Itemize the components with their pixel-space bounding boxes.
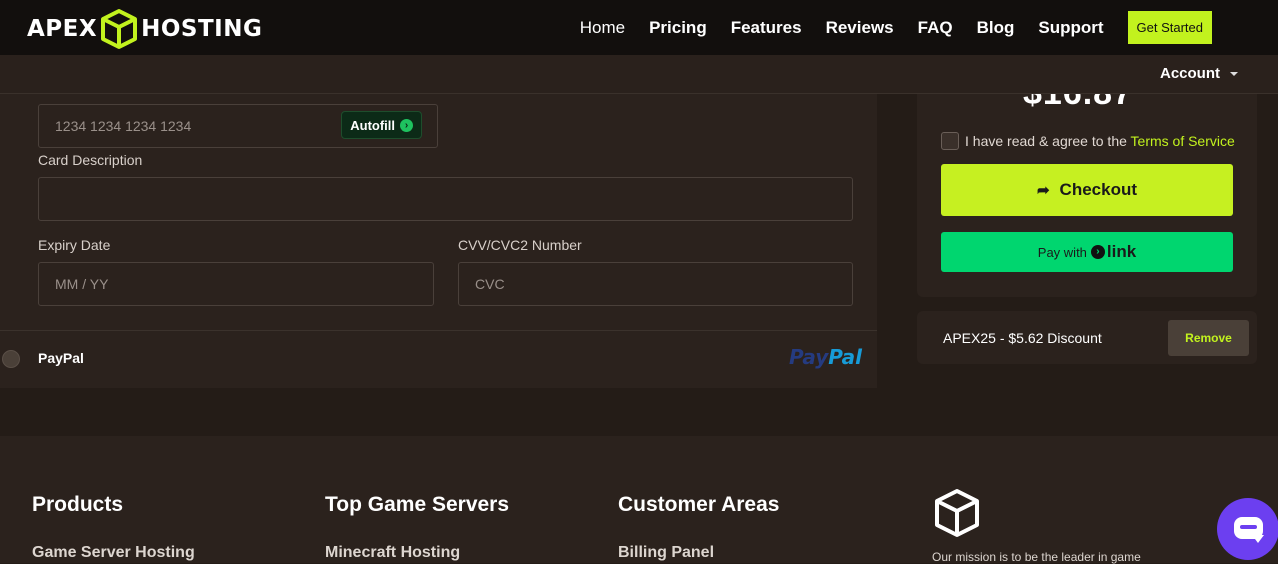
paypal-logo-pay: Pay	[789, 345, 829, 369]
top-nav: APEX HOSTING Home Pricing Features Revie…	[0, 0, 1278, 55]
chat-bubble-line	[1240, 525, 1257, 529]
nav-support[interactable]: Support	[1038, 18, 1103, 38]
remove-coupon-button[interactable]: Remove	[1168, 320, 1249, 356]
expiry-date-input[interactable]: MM / YY	[38, 262, 434, 306]
footer-customer-areas-title: Customer Areas	[618, 493, 780, 516]
nav-features[interactable]: Features	[731, 18, 802, 38]
footer-top-game-servers-title: Top Game Servers	[325, 493, 510, 516]
arrow-right-icon: ›	[400, 118, 413, 132]
cvv-input[interactable]: CVC	[458, 262, 853, 306]
card-description-input[interactable]	[38, 177, 853, 221]
payment-form: 1234 1234 1234 1234 Autofill › Card Desc…	[0, 94, 877, 388]
footer: Products Game Server Hosting Top Game Se…	[0, 436, 1278, 564]
share-arrow-icon: ➦	[1036, 182, 1050, 199]
footer-products-title: Products	[32, 493, 124, 516]
paypal-logo-pal: Pal	[828, 345, 863, 369]
get-started-button[interactable]: Get Started	[1127, 11, 1212, 44]
order-summary: $16.87 I have read & agree to the Terms …	[917, 94, 1257, 297]
nav-blog[interactable]: Blog	[977, 18, 1015, 38]
card-number-placeholder: 1234 1234 1234 1234	[55, 118, 192, 134]
paypal-label: PayPal	[38, 350, 84, 366]
nav-home[interactable]: Home	[580, 18, 625, 38]
terms-checkbox[interactable]	[941, 132, 959, 150]
order-total: $16.87	[1023, 94, 1133, 113]
chevron-down-icon	[1230, 71, 1238, 76]
cube-logo-icon	[935, 489, 979, 537]
nav-pricing[interactable]: Pricing	[649, 18, 707, 38]
terms-agreement: I have read & agree to the Terms of Serv…	[965, 133, 1235, 149]
footer-link-billing-panel[interactable]: Billing Panel	[618, 544, 714, 562]
paypal-radio[interactable]	[2, 350, 20, 368]
apex-hosting-logo[interactable]: APEX HOSTING	[27, 8, 262, 50]
expiry-date-label: Expiry Date	[38, 237, 111, 253]
main-nav: Home Pricing Features Reviews FAQ Blog S…	[580, 0, 1278, 55]
cube-logo-icon	[101, 9, 138, 49]
checkout-button[interactable]: ➦ Checkout	[941, 164, 1233, 216]
mission-text: Our mission is to be the leader in game	[932, 550, 1141, 564]
logo-text-left: APEX	[27, 16, 98, 42]
cvv-placeholder: CVC	[475, 276, 505, 292]
coupon-applied: APEX25 - $5.62 Discount Remove	[917, 311, 1257, 364]
nav-reviews[interactable]: Reviews	[826, 18, 894, 38]
account-bar: Account	[0, 55, 1278, 94]
chat-bubble-icon	[1234, 517, 1264, 543]
autofill-button[interactable]: Autofill ›	[341, 111, 422, 139]
account-label: Account	[1160, 65, 1220, 82]
nav-faq[interactable]: FAQ	[918, 18, 953, 38]
coupon-text: APEX25 - $5.62 Discount	[943, 330, 1102, 346]
card-description-label: Card Description	[38, 152, 143, 168]
chat-launcher-button[interactable]	[1217, 498, 1278, 560]
logo-text-right: HOSTING	[141, 16, 263, 42]
terms-text: I have read & agree to the	[965, 133, 1131, 149]
paypal-logo: PayPal	[789, 345, 862, 369]
checkout-label: Checkout	[1059, 180, 1138, 199]
footer-link-minecraft-hosting[interactable]: Minecraft Hosting	[325, 544, 460, 562]
autofill-label: Autofill	[350, 117, 395, 133]
link-arrow-icon: ›	[1090, 245, 1105, 259]
pay-with-label: Pay with	[1037, 244, 1087, 260]
footer-link-game-server-hosting[interactable]: Game Server Hosting	[32, 544, 195, 562]
card-number-input[interactable]: 1234 1234 1234 1234 Autofill ›	[38, 104, 438, 148]
expiry-placeholder: MM / YY	[55, 276, 109, 292]
terms-of-service-link[interactable]: Terms of Service	[1131, 133, 1235, 149]
account-menu[interactable]: Account	[1160, 65, 1238, 82]
cvv-label: CVV/CVC2 Number	[458, 237, 582, 253]
link-logo: › link	[1090, 242, 1137, 262]
divider	[0, 330, 877, 331]
link-label: link	[1106, 242, 1137, 261]
pay-with-link-button[interactable]: Pay with › link	[941, 232, 1233, 272]
